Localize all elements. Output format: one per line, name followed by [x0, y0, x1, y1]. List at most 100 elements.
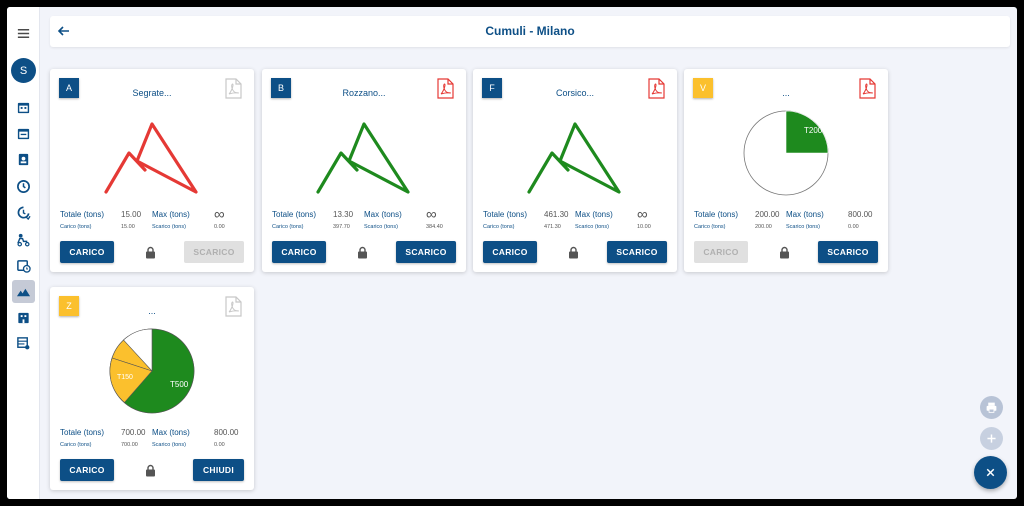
max-label: Max (tons) [364, 210, 402, 219]
totale-label: Totale (tons) [694, 210, 739, 219]
lock-icon [569, 246, 578, 259]
card-name: ... [782, 88, 790, 98]
lock-icon [146, 246, 155, 259]
clock-refresh-icon[interactable] [12, 201, 35, 224]
close-icon [986, 468, 995, 477]
carico-label: Carico (tons) [272, 224, 304, 230]
carico-label: Carico (tons) [60, 442, 92, 448]
calendar-icon[interactable] [12, 96, 35, 119]
header-bar: Cumuli - Milano [50, 16, 1010, 47]
card-badge: V [693, 78, 713, 98]
carico-button[interactable]: CARICO [272, 241, 326, 263]
carico-label: Carico (tons) [694, 224, 726, 230]
mountain-icon [104, 122, 198, 194]
badge-icon[interactable] [12, 148, 35, 171]
pie-slice-label: T150 [117, 374, 133, 381]
pdf-icon[interactable] [859, 78, 876, 99]
cumulo-card: Z ... T500 T150 Totale (tons) 700.00 Max… [50, 287, 254, 490]
max-value: 800.00 [848, 210, 873, 219]
menu-icon[interactable] [12, 22, 35, 45]
mountain-icon[interactable] [12, 280, 35, 303]
totale-label: Totale (tons) [483, 210, 528, 219]
table-settings-icon[interactable] [12, 332, 35, 355]
card-name: ... [148, 306, 156, 316]
totale-value: 461.30 [544, 210, 569, 219]
carico-value: 471.30 [544, 224, 561, 230]
max-label: Max (tons) [152, 210, 190, 219]
scarico-label: Scarico (tons) [152, 442, 186, 448]
card-badge: A [59, 78, 79, 98]
scarico-button[interactable]: SCARICO [818, 241, 878, 263]
plus-icon [987, 434, 996, 443]
scarico-label: Scarico (tons) [364, 224, 398, 230]
building-icon[interactable] [12, 306, 35, 329]
scarico-value: 10.00 [637, 224, 651, 230]
clock-icon[interactable] [12, 175, 35, 198]
scarico-value: 0.00 [848, 224, 859, 230]
carico-button[interactable]: CARICO [483, 241, 537, 263]
calendar-clock-icon[interactable] [12, 254, 35, 277]
max-value: ∞ [214, 206, 225, 223]
scarico-label: Scarico (tons) [786, 224, 820, 230]
scarico-value: 384.40 [426, 224, 443, 230]
max-label: Max (tons) [575, 210, 613, 219]
cumulo-card: B Rozzano... Totale (tons) 13.30 Max (to… [262, 69, 466, 272]
calendar-alt-icon[interactable] [12, 122, 35, 145]
close-fab-button[interactable] [974, 456, 1007, 489]
pdf-icon[interactable] [437, 78, 454, 99]
scarico-button[interactable]: SCARICO [607, 241, 667, 263]
carico-value: 15.00 [121, 224, 135, 230]
pdf-icon[interactable] [648, 78, 665, 99]
max-value: ∞ [637, 206, 648, 223]
totale-value: 13.30 [333, 210, 354, 219]
carico-value: 200.00 [755, 224, 772, 230]
carico-label: Carico (tons) [483, 224, 515, 230]
cumulo-card: F Corsico... Totale (tons) 461.30 Max (t… [473, 69, 677, 272]
avatar[interactable]: S [11, 58, 36, 83]
pie-chart: T500 T150 [109, 328, 195, 414]
pdf-icon[interactable] [225, 296, 242, 317]
scarico-button[interactable]: SCARICO [396, 241, 456, 263]
truck-person-icon[interactable] [12, 228, 35, 251]
carico-button[interactable]: CARICO [60, 459, 114, 481]
card-badge: Z [59, 296, 79, 316]
max-value: 800.00 [214, 428, 239, 437]
carico-button[interactable]: CARICO [60, 241, 114, 263]
card-name: Segrate... [132, 88, 172, 98]
page-title: Cumuli - Milano [485, 24, 575, 38]
max-label: Max (tons) [786, 210, 824, 219]
scarico-value: 0.00 [214, 442, 225, 448]
scarico-label: Scarico (tons) [152, 224, 186, 230]
card-name: Rozzano... [342, 88, 386, 98]
max-value: ∞ [426, 206, 437, 223]
sidebar: S [7, 7, 40, 499]
totale-label: Totale (tons) [60, 210, 105, 219]
scarico-value: 0.00 [214, 224, 225, 230]
app-frame: S Cumuli - Milano A Segrate... Totale (t… [7, 7, 1017, 499]
mountain-icon [527, 122, 621, 194]
totale-value: 15.00 [121, 210, 142, 219]
carico-button[interactable]: CARICO [694, 241, 748, 263]
carico-value: 397.70 [333, 224, 350, 230]
totale-value: 700.00 [121, 428, 146, 437]
card-badge: B [271, 78, 291, 98]
totale-label: Totale (tons) [60, 428, 105, 437]
print-button[interactable] [980, 396, 1003, 419]
chiudi-button[interactable]: CHIUDI [193, 459, 244, 481]
pie-chart: T200 [743, 110, 829, 196]
totale-value: 200.00 [755, 210, 780, 219]
cumulo-card: A Segrate... Totale (tons) 15.00 Max (to… [50, 69, 254, 272]
lock-icon [780, 246, 789, 259]
totale-label: Totale (tons) [272, 210, 317, 219]
mountain-icon [316, 122, 410, 194]
carico-label: Carico (tons) [60, 224, 92, 230]
lock-icon [358, 246, 367, 259]
max-label: Max (tons) [152, 428, 190, 437]
carico-value: 700.00 [121, 442, 138, 448]
pdf-icon[interactable] [225, 78, 242, 99]
scarico-button[interactable]: SCARICO [184, 241, 244, 263]
card-badge: F [482, 78, 502, 98]
lock-icon [146, 464, 155, 477]
add-button[interactable] [980, 427, 1003, 450]
pie-slice-label: T500 [170, 380, 189, 389]
